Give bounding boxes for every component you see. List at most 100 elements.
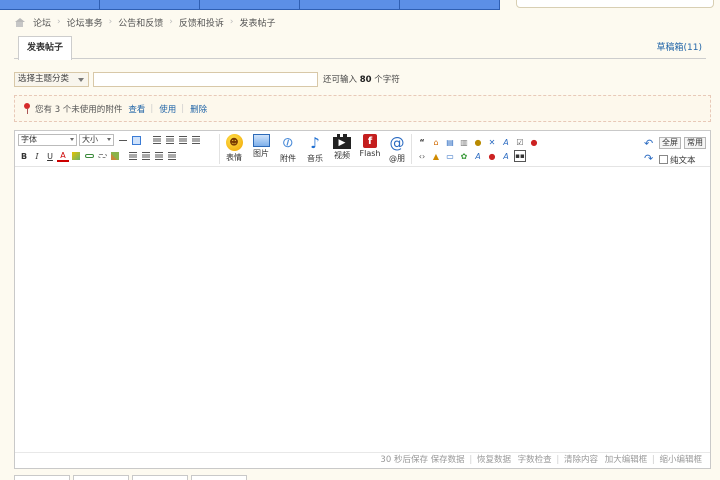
tools-icon[interactable]: ✕ xyxy=(486,136,498,148)
link-icon[interactable] xyxy=(83,150,95,162)
save-data-link[interactable]: 保存数据 xyxy=(431,455,465,465)
common-button[interactable]: 常用 xyxy=(684,137,706,149)
toolbar-divider xyxy=(219,134,220,164)
bold-button[interactable]: B xyxy=(18,150,30,162)
font-style-icon[interactable]: A xyxy=(500,136,512,148)
clear-format-icon[interactable] xyxy=(109,150,121,162)
drafts-link[interactable]: 草稿箱(11) xyxy=(657,40,702,53)
breadcrumb: 论坛 › 论坛事务 › 公告和反馈 › 反馈和投诉 › 发表帖子 xyxy=(14,16,276,29)
smiley-icon: ☻ xyxy=(225,134,243,151)
bg-color-icon[interactable] xyxy=(70,150,82,162)
breadcrumb-item-forum[interactable]: 论坛 xyxy=(33,16,51,29)
divider: | xyxy=(556,455,560,465)
shrink-editor-link[interactable]: 缩小编辑框 xyxy=(659,455,702,465)
image-button[interactable]: 图片 xyxy=(250,134,272,166)
nav-cell[interactable] xyxy=(200,0,300,10)
credit-icon[interactable]: ● xyxy=(472,136,484,148)
enlarge-editor-link[interactable]: 加大编辑框 xyxy=(605,455,648,465)
music-note-icon: ♪ xyxy=(310,134,320,152)
view-attachments-link[interactable]: 查看 xyxy=(128,103,145,115)
nav-cell[interactable] xyxy=(300,0,400,10)
qq-icon[interactable]: ● xyxy=(528,136,540,148)
qq2-icon[interactable]: ● xyxy=(486,150,498,162)
award-icon[interactable]: ✿ xyxy=(458,150,470,162)
breadcrumb-separator: › xyxy=(169,17,173,27)
divider: | xyxy=(469,455,473,465)
flash-button[interactable]: f Flash xyxy=(357,134,383,166)
nav-cell[interactable] xyxy=(100,0,200,10)
align-center-icon[interactable] xyxy=(164,134,176,146)
hint-prefix: 还可输入 xyxy=(323,75,358,85)
code-block-icon[interactable]: ‹› xyxy=(416,150,428,162)
undo-icon[interactable]: ↶ xyxy=(644,137,653,150)
home-icon[interactable] xyxy=(14,17,25,27)
chevron-down-icon xyxy=(78,77,84,82)
bottom-tab[interactable] xyxy=(14,475,70,480)
align-right-icon[interactable] xyxy=(177,134,189,146)
text-color-button[interactable]: A xyxy=(57,151,69,162)
bottom-tab[interactable] xyxy=(73,475,129,480)
post-editor: 字体 大小 B I U A ☻ 表情 图片 ⊘ 附件 ♪ 音乐 ▶ 视频 f F… xyxy=(14,130,711,469)
hide-icon[interactable]: ▥ xyxy=(458,136,470,148)
nav-cell[interactable] xyxy=(0,0,100,10)
subject-input[interactable] xyxy=(93,71,318,87)
top-right-panel xyxy=(516,0,714,8)
breadcrumb-item-feedback[interactable]: 反馈和投诉 xyxy=(179,16,224,29)
code-icon[interactable]: ▤ xyxy=(444,136,456,148)
breadcrumb-item-affairs[interactable]: 论坛事务 xyxy=(67,16,103,29)
use-attachments-link[interactable]: 使用 xyxy=(159,103,176,115)
size-select[interactable]: 大小 xyxy=(79,134,114,146)
horizontal-rule-icon[interactable] xyxy=(117,134,129,146)
image-icon xyxy=(252,134,270,147)
breadcrumb-item-announcements[interactable]: 公告和反馈 xyxy=(118,16,163,29)
tab-new-post[interactable]: 发表帖子 xyxy=(18,36,73,60)
font-select[interactable]: 字体 xyxy=(18,134,77,146)
hint-suffix: 个字符 xyxy=(374,75,400,85)
music-button[interactable]: ♪ 音乐 xyxy=(304,134,326,166)
checkbox-icon[interactable]: ☑ xyxy=(514,136,526,148)
flash-icon: f xyxy=(363,134,377,148)
word-count-link[interactable]: 字数检查 xyxy=(518,455,552,465)
free-icon[interactable]: ▲ xyxy=(430,150,442,162)
mention-button[interactable]: @ @朋 xyxy=(386,134,408,166)
plaintext-label: 纯文本 xyxy=(670,156,696,166)
attachments-text: 您有 3 个未使用的附件 xyxy=(35,104,123,115)
align-left-icon[interactable] xyxy=(151,134,163,146)
bank-icon[interactable]: ⌂ xyxy=(430,136,442,148)
redo-icon[interactable]: ↷ xyxy=(644,152,653,165)
restore-data-link[interactable]: 恢复数据 xyxy=(477,455,511,465)
editor-right-tools: ↶ 全屏 常用 ↷ 纯文本 xyxy=(644,134,706,166)
fullscreen-button[interactable]: 全屏 xyxy=(659,137,681,149)
unordered-list-icon[interactable] xyxy=(166,150,178,162)
page-icon[interactable]: ▭ xyxy=(444,150,456,162)
paperclip-icon: ⊘ xyxy=(278,133,298,153)
unlink-icon[interactable] xyxy=(96,150,108,162)
nav-cell[interactable] xyxy=(400,0,500,10)
align-justify-icon[interactable] xyxy=(190,134,202,146)
float-left-icon[interactable] xyxy=(127,150,139,162)
bottom-tab[interactable] xyxy=(191,475,247,480)
delete-attachments-link[interactable]: 删除 xyxy=(190,103,207,115)
table-icon[interactable] xyxy=(130,134,142,146)
attachment-button[interactable]: ⊘ 附件 xyxy=(277,133,299,166)
sup-icon[interactable]: A xyxy=(500,150,512,162)
post-content-area[interactable] xyxy=(15,168,710,453)
sub-icon[interactable]: A xyxy=(472,150,484,162)
plaintext-checkbox[interactable] xyxy=(659,155,668,164)
quote-icon[interactable]: “ xyxy=(416,136,428,148)
ordered-list-icon[interactable] xyxy=(153,150,165,162)
media-icon[interactable]: ▪▪ xyxy=(514,150,526,162)
topic-type-select[interactable]: 选择主题分类 xyxy=(14,71,89,87)
bottom-tab[interactable] xyxy=(132,475,188,480)
underline-button[interactable]: U xyxy=(44,150,56,162)
emoji-button[interactable]: ☻ 表情 xyxy=(223,134,245,166)
float-right-icon[interactable] xyxy=(140,150,152,162)
attachment-label: 附件 xyxy=(280,154,296,163)
toolbar-divider xyxy=(411,134,412,164)
breadcrumb-separator: › xyxy=(108,17,113,27)
chevron-down-icon xyxy=(107,138,111,141)
italic-button[interactable]: I xyxy=(31,150,43,162)
clear-content-link[interactable]: 清除内容 xyxy=(564,455,598,465)
size-select-label: 大小 xyxy=(82,135,98,144)
video-button[interactable]: ▶ 视频 xyxy=(331,134,353,166)
